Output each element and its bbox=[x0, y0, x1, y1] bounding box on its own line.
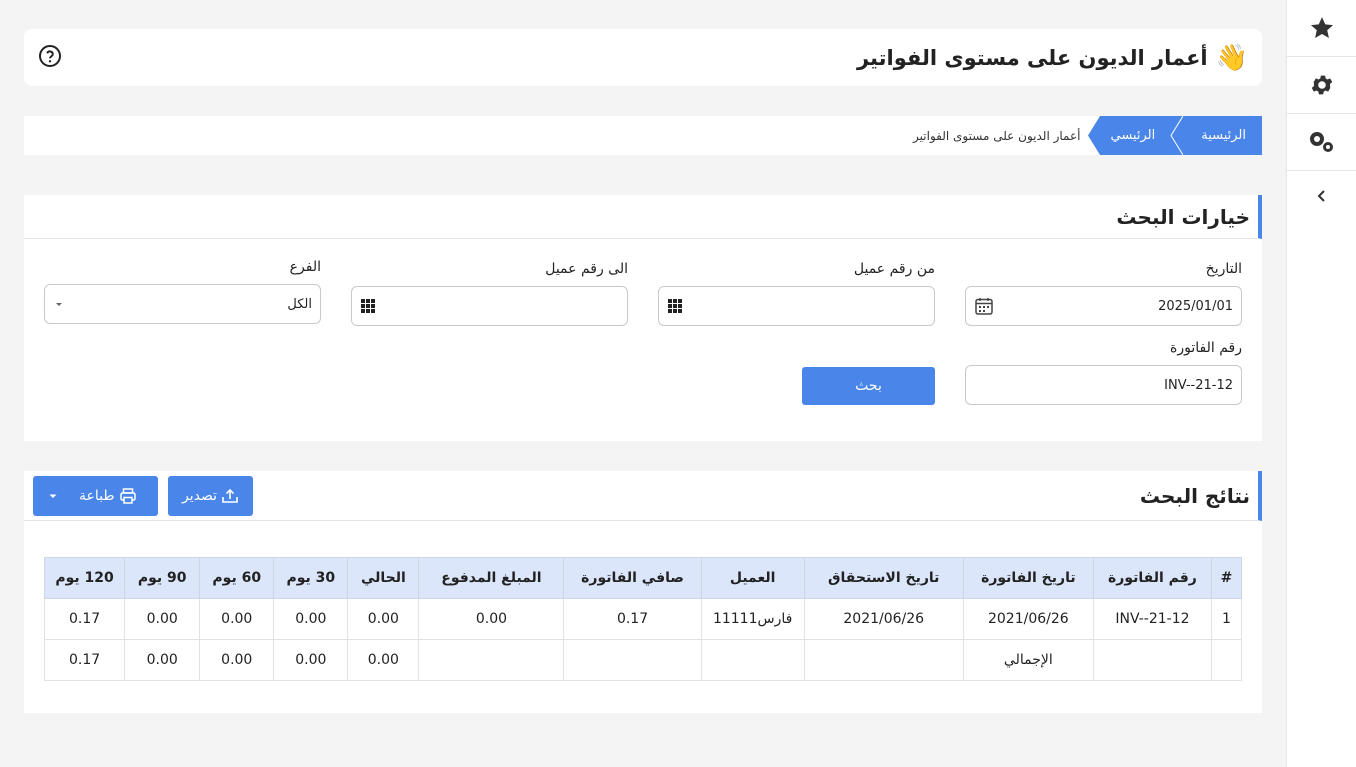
cell-120-days: 0.17 bbox=[43, 598, 126, 640]
gear-icon bbox=[1311, 75, 1332, 95]
total-cell-paid-amount bbox=[418, 639, 565, 681]
cell-paid-amount: 0.00 bbox=[418, 598, 565, 640]
caret-down-icon bbox=[49, 494, 57, 498]
col-net-invoice[interactable]: صافي الفاتورة bbox=[563, 557, 702, 599]
cell-invoice-number: INV--21-12 bbox=[1092, 598, 1212, 640]
from-customer-label: من رقم عميل bbox=[853, 261, 935, 277]
col-invoice-number[interactable]: رقم الفاتورة bbox=[1092, 557, 1212, 599]
table-header-row: # رقم الفاتورة تاريخ الفاتورة تاريخ الاس… bbox=[43, 557, 1243, 599]
total-label: الإجمالي bbox=[962, 639, 1094, 681]
breadcrumb-main[interactable]: الرئيسي bbox=[1100, 116, 1170, 155]
breadcrumb-home[interactable]: الرئيسية bbox=[1183, 116, 1262, 155]
upload-icon bbox=[222, 488, 238, 503]
invoice-value: INV--21-12 bbox=[1164, 377, 1233, 393]
collapse-button[interactable] bbox=[1287, 171, 1356, 221]
grid-icon[interactable] bbox=[360, 298, 376, 314]
caret-down-icon bbox=[56, 303, 62, 306]
branch-value: الكل bbox=[287, 296, 312, 312]
help-button[interactable] bbox=[38, 44, 62, 72]
total-cell-due-date bbox=[803, 639, 964, 681]
cell-60-days: 0.00 bbox=[199, 598, 275, 640]
col-30-days[interactable]: 30 يوم bbox=[273, 557, 349, 599]
calendar-icon bbox=[975, 298, 993, 315]
breadcrumb-separator bbox=[1169, 116, 1184, 155]
search-options-title: خيارات البحث bbox=[1116, 204, 1250, 229]
col-60-days[interactable]: 60 يوم bbox=[199, 557, 275, 599]
col-due-date[interactable]: تاريخ الاستحقاق bbox=[803, 557, 964, 599]
print-button[interactable]: طباعة bbox=[33, 476, 158, 516]
total-cell-invoice-number bbox=[1092, 639, 1212, 681]
col-90-days[interactable]: 90 يوم bbox=[124, 557, 201, 599]
favorite-button[interactable] bbox=[1287, 0, 1356, 57]
total-90-days: 0.00 bbox=[124, 639, 201, 681]
date-label: التاريخ bbox=[1205, 261, 1242, 277]
col-index[interactable]: # bbox=[1210, 557, 1243, 599]
right-toolbar bbox=[1286, 0, 1356, 767]
grid-icon[interactable] bbox=[667, 298, 683, 314]
to-customer-field[interactable] bbox=[351, 286, 628, 326]
breadcrumb-arrow bbox=[1088, 116, 1101, 155]
advanced-settings-button[interactable] bbox=[1287, 114, 1356, 171]
total-current: 0.00 bbox=[347, 639, 420, 681]
col-invoice-date[interactable]: تاريخ الفاتورة bbox=[962, 557, 1094, 599]
total-60-days: 0.00 bbox=[199, 639, 275, 681]
export-button[interactable]: تصدير bbox=[168, 476, 253, 516]
search-button[interactable]: بحث bbox=[802, 367, 935, 405]
total-cell-customer bbox=[700, 639, 805, 681]
cell-net-invoice: 0.17 bbox=[563, 598, 702, 640]
cell-30-days: 0.00 bbox=[273, 598, 349, 640]
chevron-left-icon bbox=[1317, 190, 1325, 202]
date-value: 2025/01/01 bbox=[1158, 298, 1233, 314]
search-options-card: خيارات البحث التاريخ 2025/01/01 من رقم ع… bbox=[24, 195, 1262, 441]
invoice-label: رقم الفاتورة bbox=[1170, 340, 1242, 356]
col-customer[interactable]: العميل bbox=[700, 557, 805, 599]
branch-select[interactable]: الكل bbox=[44, 284, 321, 324]
page-title: أعمار الديون على مستوى الفواتير bbox=[856, 45, 1208, 70]
page-header: 👋 أعمار الديون على مستوى الفواتير bbox=[24, 29, 1262, 86]
to-customer-label: الى رقم عميل bbox=[545, 261, 628, 277]
gears-icon bbox=[1309, 132, 1333, 152]
total-120-days: 0.17 bbox=[43, 639, 126, 681]
settings-button[interactable] bbox=[1287, 57, 1356, 114]
question-circle-icon bbox=[39, 44, 61, 67]
cell-90-days: 0.00 bbox=[124, 598, 201, 640]
results-table: # رقم الفاتورة تاريخ الفاتورة تاريخ الاس… bbox=[43, 557, 1243, 681]
printer-icon bbox=[119, 488, 136, 504]
branch-label: الفرع bbox=[289, 259, 321, 275]
from-customer-field[interactable] bbox=[658, 286, 935, 326]
total-cell-index bbox=[1210, 639, 1243, 681]
col-current[interactable]: الحالي bbox=[347, 557, 420, 599]
cell-index: 1 bbox=[1210, 598, 1243, 640]
cell-customer: فارس11111 bbox=[700, 598, 805, 640]
search-results-card: نتائج البحث تصدير طباعة # رقم الفاتورة ت… bbox=[24, 471, 1262, 713]
total-30-days: 0.00 bbox=[273, 639, 349, 681]
breadcrumb: الرئيسية الرئيسي أعمار الديون على مستوى … bbox=[24, 116, 1262, 155]
col-120-days[interactable]: 120 يوم bbox=[43, 557, 126, 599]
star-icon bbox=[1310, 17, 1333, 38]
total-row: الإجمالي 0.00 0.00 0.00 0.00 0.17 bbox=[43, 639, 1243, 681]
col-paid-amount[interactable]: المبلغ المدفوع bbox=[418, 557, 565, 599]
waving-hand-icon: 👋 bbox=[1215, 42, 1248, 73]
results-title: نتائج البحث bbox=[1139, 483, 1250, 508]
search-options-header: خيارات البحث bbox=[24, 195, 1262, 239]
table-row[interactable]: 1 INV--21-12 2021/06/26 2021/06/26 فارس1… bbox=[43, 598, 1243, 640]
invoice-field[interactable]: INV--21-12 bbox=[965, 365, 1242, 405]
breadcrumb-current: أعمار الديون على مستوى الفواتير bbox=[913, 128, 1081, 143]
cell-due-date: 2021/06/26 bbox=[803, 598, 964, 640]
total-cell-net-invoice bbox=[563, 639, 702, 681]
date-field[interactable]: 2025/01/01 bbox=[965, 286, 1242, 326]
cell-invoice-date: 2021/06/26 bbox=[962, 598, 1094, 640]
cell-current: 0.00 bbox=[347, 598, 420, 640]
